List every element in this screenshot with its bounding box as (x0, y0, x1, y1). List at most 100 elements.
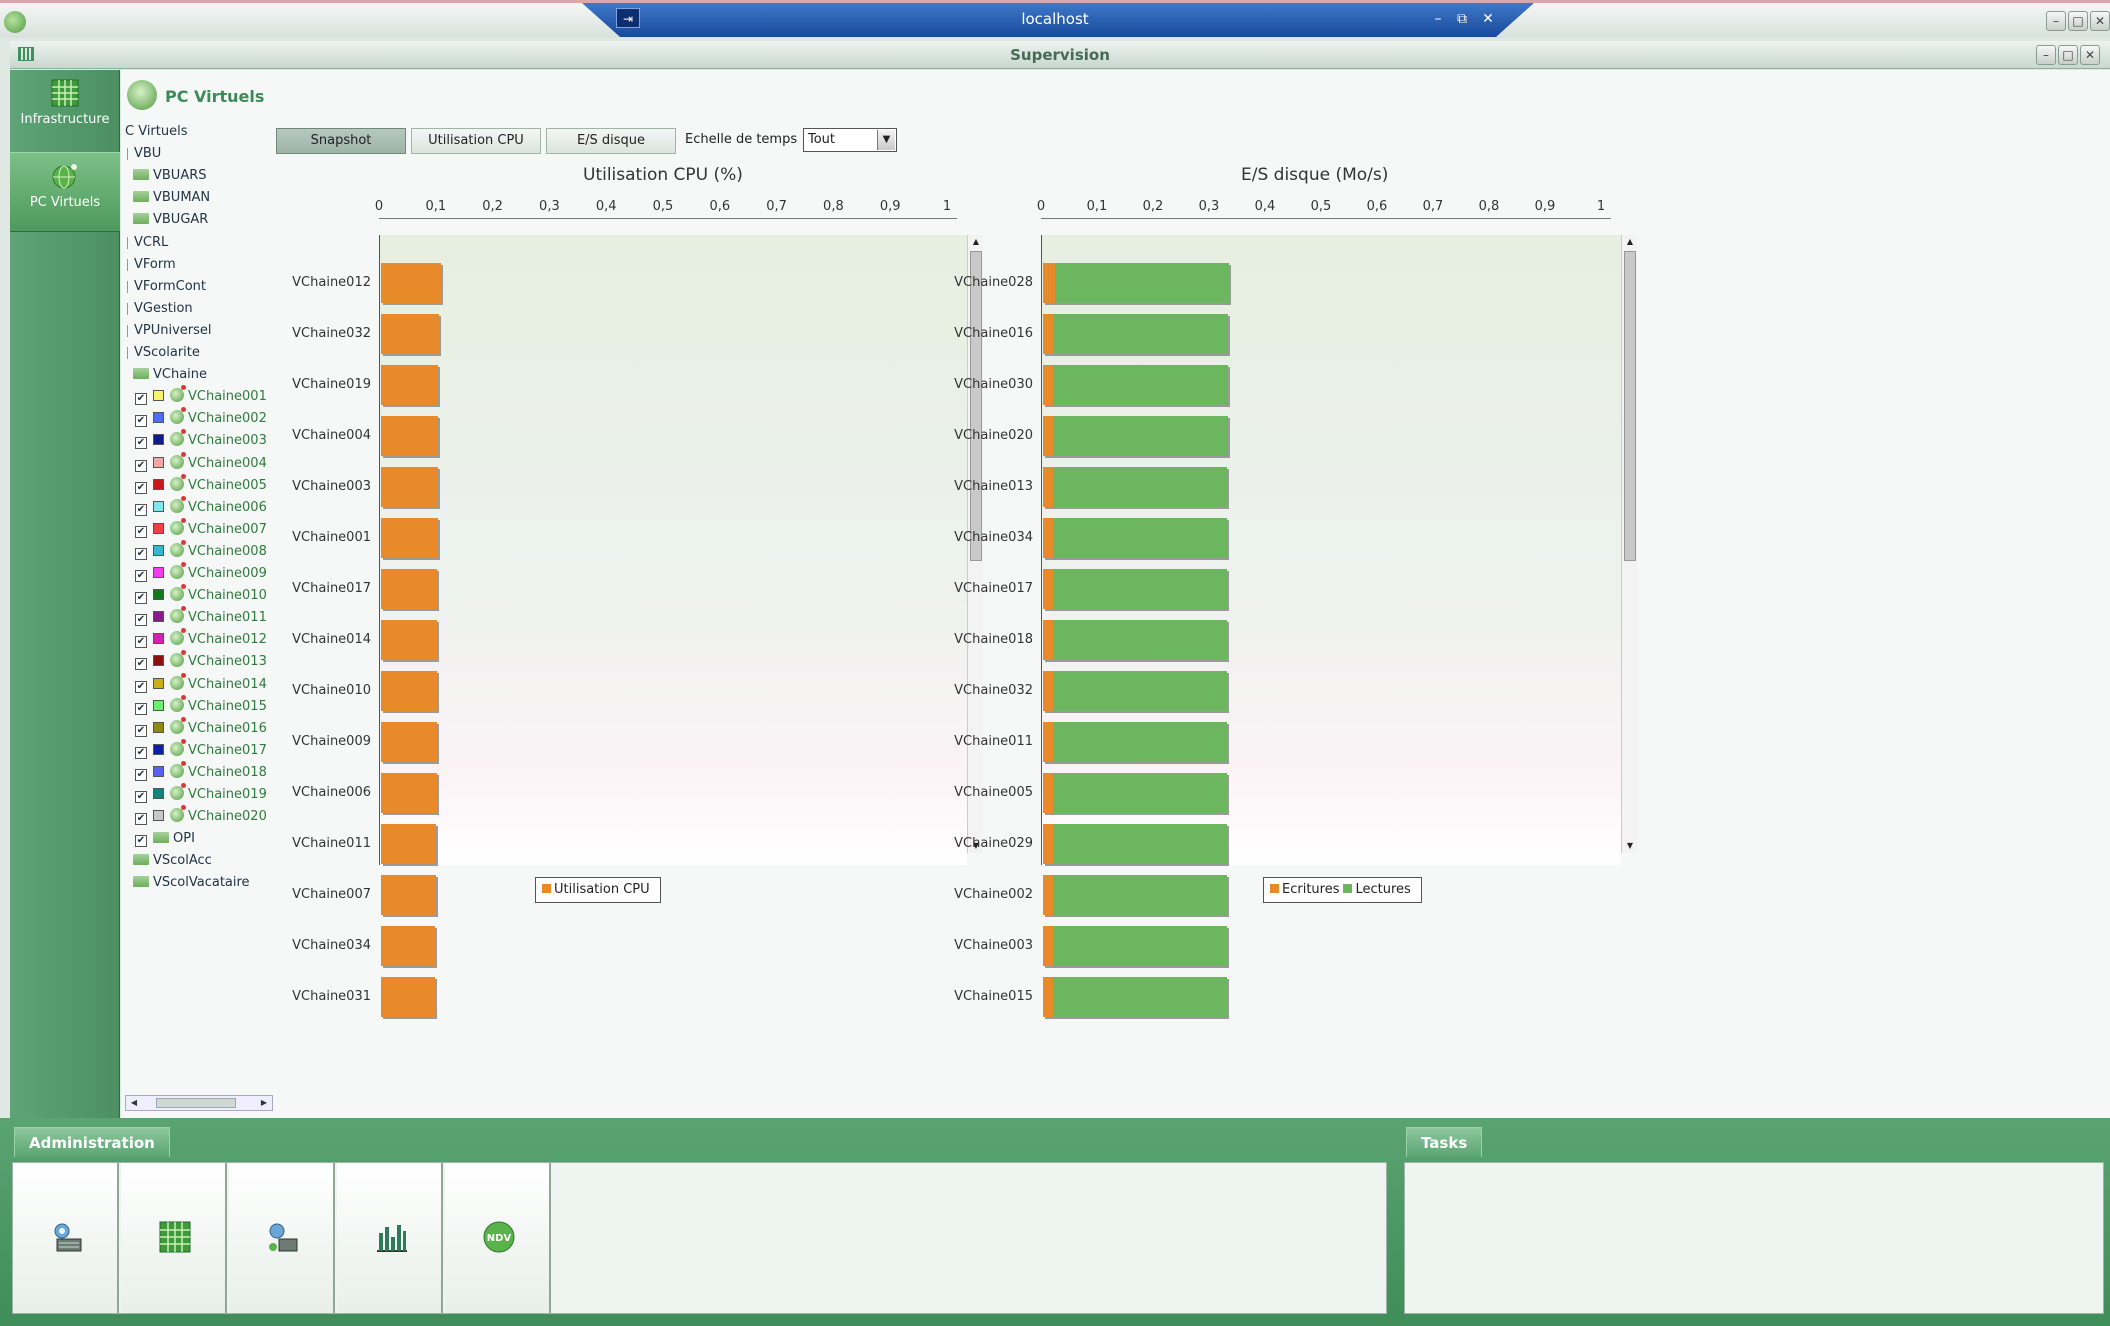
tree-row[interactable]: ✔ VChaine005 (135, 473, 267, 496)
tree-row[interactable]: VForm (125, 255, 176, 275)
bar-ecritures[interactable] (1043, 875, 1054, 915)
bar-utilisation-cpu[interactable] (381, 416, 438, 456)
bar-lectures[interactable] (1053, 875, 1228, 915)
tree-row[interactable]: ✔ OPI (135, 829, 195, 849)
time-scale-select[interactable]: Tout ▼ (803, 128, 897, 152)
tree-row[interactable]: ✔ VChaine001 (135, 385, 267, 407)
admin-tile-users[interactable] (13, 1163, 119, 1313)
bar-utilisation-cpu[interactable] (381, 722, 437, 762)
bar-lectures[interactable] (1053, 926, 1227, 966)
tree-row[interactable]: ✔ VChaine011 (135, 606, 267, 628)
tree-row[interactable]: VBUGAR (125, 210, 208, 230)
checkbox[interactable]: ✔ (135, 393, 147, 406)
tree-row[interactable]: ✔ VChaine019 (135, 783, 267, 805)
bar-ecritures[interactable] (1043, 722, 1054, 762)
scroll-thumb[interactable] (1624, 251, 1636, 561)
scroll-left-icon[interactable]: ◀ (126, 1096, 142, 1110)
bar-lectures[interactable] (1053, 569, 1228, 609)
tree-row[interactable]: VPUniversel (125, 321, 212, 341)
checkbox[interactable]: ✔ (135, 547, 147, 560)
tree-row[interactable]: VChaine (125, 365, 207, 385)
checkbox[interactable]: ✔ (135, 768, 147, 781)
bar-utilisation-cpu[interactable] (381, 977, 435, 1017)
checkbox[interactable]: ✔ (135, 791, 147, 803)
checkbox[interactable]: ✔ (135, 680, 147, 693)
rdp-restore-button[interactable]: ⧉ (1452, 10, 1472, 28)
tree-row[interactable]: ✔ VChaine012 (135, 628, 267, 650)
admin-tile-network[interactable] (229, 1163, 335, 1313)
bar-lectures[interactable] (1053, 824, 1228, 864)
tree-row[interactable]: VFormCont (125, 277, 206, 297)
bar-ecritures[interactable] (1043, 518, 1054, 558)
bar-ecritures[interactable] (1043, 263, 1055, 303)
bar-ecritures[interactable] (1043, 467, 1054, 507)
checkbox[interactable]: ✔ (135, 437, 147, 450)
maximize-button[interactable]: □ (2058, 45, 2078, 65)
bar-utilisation-cpu[interactable] (381, 773, 437, 813)
outer-minimize-button[interactable]: – (2046, 11, 2066, 31)
bar-utilisation-cpu[interactable] (381, 569, 438, 609)
tree-row[interactable]: ✔ VChaine004 (135, 451, 267, 474)
bar-lectures[interactable] (1053, 620, 1228, 660)
bar-utilisation-cpu[interactable] (381, 824, 437, 864)
tree-row[interactable]: VGestion (125, 299, 193, 319)
tree-row[interactable]: ✔ VChaine018 (135, 760, 267, 783)
tree-horizontal-scrollbar[interactable]: ◀ ▶ (125, 1095, 273, 1111)
disk-io-button[interactable]: E/S disque (546, 128, 676, 154)
bar-lectures[interactable] (1053, 671, 1228, 711)
bar-lectures[interactable] (1053, 518, 1228, 558)
tree-row[interactable]: ✔ VChaine013 (135, 650, 267, 672)
tree-row[interactable]: ✔ VChaine003 (135, 429, 267, 451)
bar-ecritures[interactable] (1043, 620, 1054, 660)
bar-utilisation-cpu[interactable] (381, 314, 439, 354)
tree-row[interactable]: ✔ VChaine008 (135, 539, 267, 562)
bar-utilisation-cpu[interactable] (381, 926, 435, 966)
tree-row[interactable]: ✔ VChaine016 (135, 716, 267, 739)
checkbox[interactable]: ✔ (135, 525, 147, 538)
bar-ecritures[interactable] (1043, 314, 1054, 354)
checkbox[interactable]: ✔ (135, 481, 147, 494)
checkbox[interactable]: ✔ (135, 459, 147, 472)
bar-ecritures[interactable] (1043, 365, 1054, 405)
checkbox[interactable]: ✔ (135, 415, 147, 428)
bar-utilisation-cpu[interactable] (381, 263, 442, 303)
bar-ecritures[interactable] (1043, 926, 1054, 966)
scroll-right-icon[interactable]: ▶ (256, 1096, 272, 1110)
chart-vertical-scrollbar[interactable]: ▲ ▼ (1621, 235, 1637, 853)
snapshot-button[interactable]: Snapshot (276, 128, 406, 154)
checkbox[interactable]: ✔ (135, 702, 147, 715)
tree-row[interactable]: ✔ VChaine002 (135, 407, 267, 429)
bar-ecritures[interactable] (1043, 416, 1054, 456)
checkbox[interactable]: ✔ (135, 570, 147, 582)
checkbox[interactable]: ✔ (135, 746, 147, 759)
tab-tasks[interactable]: Tasks (1406, 1127, 1483, 1157)
scroll-thumb[interactable] (156, 1098, 236, 1108)
scroll-down-icon[interactable]: ▼ (1622, 839, 1638, 853)
bar-ecritures[interactable] (1043, 671, 1054, 711)
tree-row[interactable]: VBUARS (125, 166, 207, 186)
tree-row[interactable]: ✔ VChaine014 (135, 672, 267, 695)
bar-lectures[interactable] (1053, 416, 1228, 456)
bar-lectures[interactable] (1053, 314, 1228, 354)
bar-utilisation-cpu[interactable] (381, 518, 438, 558)
bar-ecritures[interactable] (1043, 773, 1054, 813)
bar-lectures[interactable] (1053, 365, 1228, 405)
checkbox[interactable]: ✔ (135, 503, 147, 516)
cpu-usage-button[interactable]: Utilisation CPU (411, 128, 541, 154)
close-button[interactable]: ✕ (2080, 45, 2100, 65)
tree-row[interactable]: VBU (125, 144, 161, 164)
tree-row[interactable]: ✔ VChaine010 (135, 584, 267, 606)
tree-row[interactable]: VScolarite (125, 343, 200, 363)
tree-row[interactable]: ✔ VChaine006 (135, 495, 267, 518)
nav-item-pc-virtuels[interactable]: PC Virtuels (10, 152, 120, 232)
tree-row[interactable]: ✔ VChaine015 (135, 694, 267, 717)
bar-lectures[interactable] (1053, 977, 1227, 1017)
tree-row[interactable]: VScolVacataire (125, 873, 250, 893)
admin-tile-ndv[interactable]: NDV (445, 1163, 551, 1313)
chevron-down-icon[interactable]: ▼ (877, 130, 895, 150)
tree-row[interactable]: ✔ VChaine009 (135, 562, 267, 584)
bar-utilisation-cpu[interactable] (381, 620, 438, 660)
admin-tile-infrastructure[interactable] (121, 1163, 227, 1313)
bar-ecritures[interactable] (1043, 824, 1054, 864)
checkbox[interactable]: ✔ (135, 724, 147, 737)
